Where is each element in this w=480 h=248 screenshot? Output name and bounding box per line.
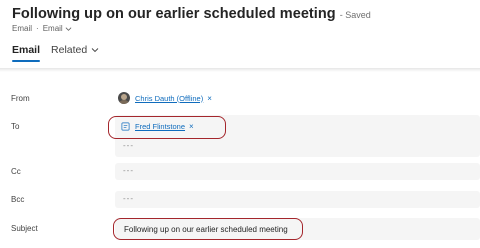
tab-related-label: Related: [51, 44, 88, 56]
chevron-down-icon: [65, 26, 72, 31]
bcc-placeholder: ---: [123, 194, 134, 203]
close-icon[interactable]: ×: [207, 94, 212, 103]
to-recipient-highlight: [108, 116, 226, 139]
subject-label: Subject: [11, 224, 38, 233]
title-row: Following up on our earlier scheduled me…: [12, 6, 371, 22]
form-header: Following up on our earlier scheduled me…: [0, 0, 480, 68]
subtitle-separator: ·: [36, 24, 39, 33]
tab-strip: Email Related: [12, 44, 99, 62]
cc-field[interactable]: ---: [115, 163, 480, 180]
cc-placeholder: ---: [123, 166, 134, 175]
chevron-down-icon: [91, 48, 99, 53]
entity-type-label: Email: [12, 24, 33, 33]
form-selector-label: Email: [42, 24, 63, 33]
from-label: From: [11, 94, 30, 103]
from-recipient-chip[interactable]: Chris Dauth (Offline) ×: [118, 92, 212, 104]
cc-label: Cc: [11, 167, 21, 176]
form-selector[interactable]: Email: [43, 24, 72, 33]
page-title: Following up on our earlier scheduled me…: [12, 6, 336, 22]
save-status: - Saved: [339, 10, 371, 20]
bcc-field[interactable]: ---: [115, 191, 480, 208]
user-avatar: [118, 92, 130, 104]
form-subtitle: Email · Email: [12, 24, 72, 33]
to-placeholder: ---: [123, 141, 134, 150]
header-divider: [0, 68, 480, 72]
bcc-label: Bcc: [11, 195, 25, 204]
from-recipient-link[interactable]: Chris Dauth (Offline): [135, 94, 203, 103]
tab-related[interactable]: Related: [51, 44, 99, 56]
subject-highlight: [113, 218, 303, 240]
to-label: To: [11, 122, 20, 131]
tab-email[interactable]: Email: [12, 44, 41, 62]
